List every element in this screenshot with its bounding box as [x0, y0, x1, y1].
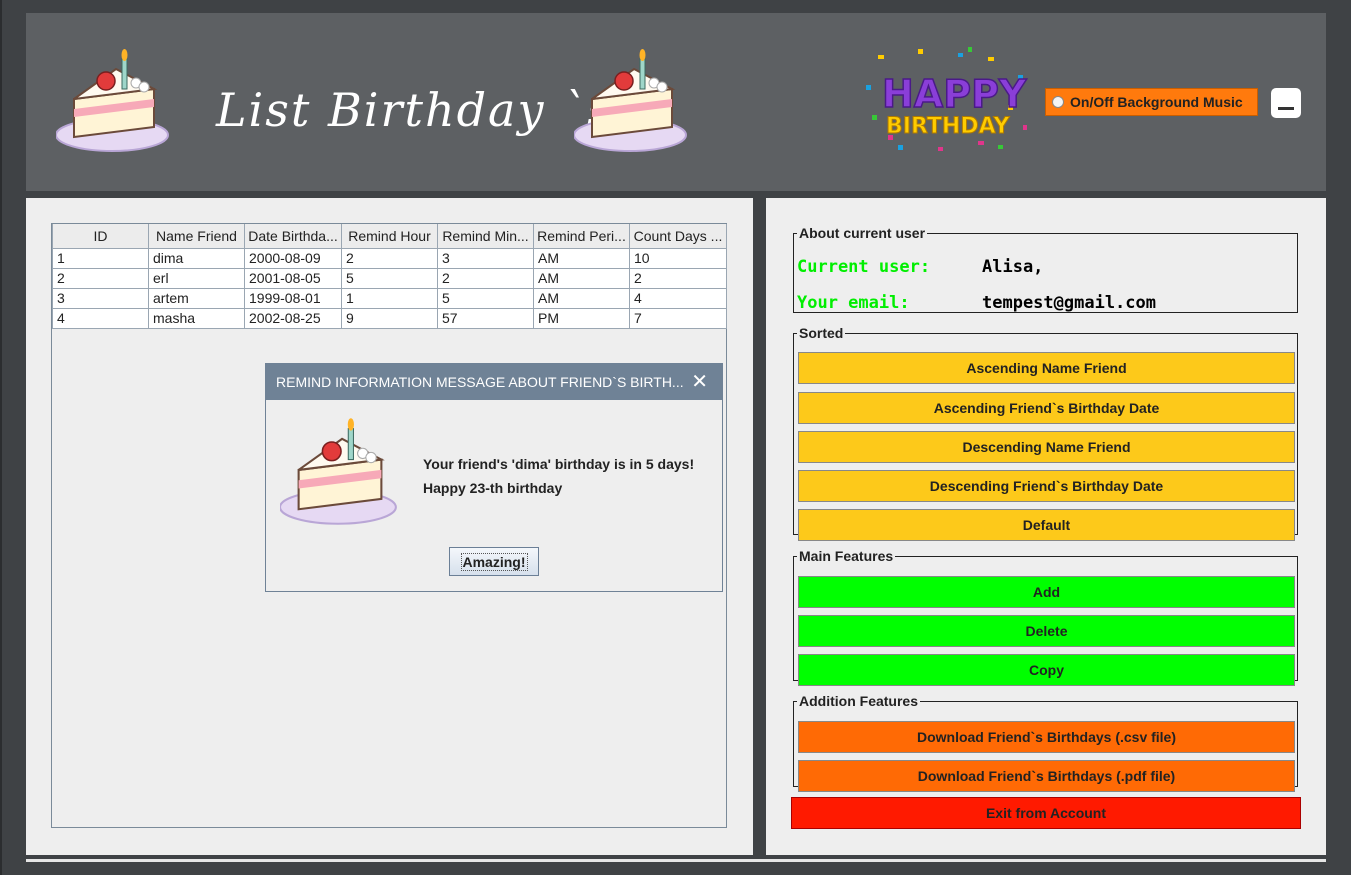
- table-cell[interactable]: 2000-08-09: [244, 247, 342, 269]
- dialog-message-line: Your friend's 'dima' birthday is in 5 da…: [423, 456, 695, 472]
- window-edge: [0, 0, 2, 875]
- table-cell[interactable]: 1: [52, 247, 149, 269]
- dialog-title: REMIND INFORMATION MESSAGE ABOUT FRIEND`…: [276, 374, 684, 390]
- app-title: List Birthday `s: [216, 83, 613, 137]
- table-cell[interactable]: 9: [341, 307, 438, 329]
- app-header: List Birthday `s HAPPY BIRTHDAY On/Off B…: [26, 13, 1326, 191]
- download-csv-button[interactable]: Download Friend`s Birthdays (.csv file): [798, 721, 1295, 753]
- table-cell[interactable]: 3: [437, 247, 534, 269]
- table-cell[interactable]: 57: [437, 307, 534, 329]
- amazing-button-label: Amazing!: [460, 552, 528, 571]
- table-cell[interactable]: 1999-08-01: [244, 287, 342, 309]
- background-music-toggle[interactable]: On/Off Background Music: [1045, 88, 1258, 116]
- table-cell[interactable]: 7: [629, 307, 727, 329]
- cake-icon: [56, 49, 169, 152]
- table-cell[interactable]: 2: [52, 267, 149, 289]
- table-cell[interactable]: AM: [533, 287, 630, 309]
- svg-text:BIRTHDAY: BIRTHDAY: [886, 114, 1011, 139]
- table-cell[interactable]: 2: [629, 267, 727, 289]
- email-label: Your email:: [797, 293, 910, 313]
- table-row[interactable]: 3 artem 1999-08-01 1 5 AM 4: [52, 287, 727, 309]
- table-cell[interactable]: erl: [148, 267, 245, 289]
- table-cell[interactable]: AM: [533, 247, 630, 269]
- exit-account-button[interactable]: Exit from Account: [791, 797, 1301, 829]
- email-value: tempest@gmail.com: [982, 293, 1156, 313]
- amazing-button[interactable]: Amazing!: [449, 547, 539, 576]
- table-cell[interactable]: 5: [341, 267, 438, 289]
- sort-descending-name-button[interactable]: Descending Name Friend: [798, 431, 1295, 463]
- current-user-group: About current user Current user: Alisa, …: [793, 225, 1298, 313]
- column-header-id[interactable]: ID: [52, 224, 149, 249]
- dialog-message: Your friend's 'dima' birthday is in 5 da…: [423, 452, 694, 500]
- table-cell[interactable]: masha: [148, 307, 245, 329]
- table-cell[interactable]: artem: [148, 287, 245, 309]
- table-header-row: ID Name Friend Date Birthda... Remind Ho…: [52, 224, 727, 249]
- email-row: Your email:: [797, 293, 910, 313]
- email-value-row: tempest@gmail.com: [982, 293, 1156, 313]
- table-cell[interactable]: PM: [533, 307, 630, 329]
- table-cell[interactable]: 5: [437, 287, 534, 309]
- table-cell[interactable]: 1: [341, 287, 438, 309]
- column-header-remind-min[interactable]: Remind Min...: [437, 224, 534, 249]
- bottom-divider: [26, 859, 1326, 862]
- reminder-dialog: REMIND INFORMATION MESSAGE ABOUT FRIEND`…: [265, 363, 723, 592]
- addition-features-legend: Addition Features: [799, 693, 919, 709]
- current-user-value: Alisa,: [982, 257, 1044, 277]
- column-header-count-days[interactable]: Count Days ...: [629, 224, 727, 249]
- friends-table: ID Name Friend Date Birthda... Remind Ho…: [52, 224, 727, 329]
- sort-descending-date-button[interactable]: Descending Friend`s Birthday Date: [798, 470, 1295, 502]
- happy-birthday-logo: HAPPY BIRTHDAY: [866, 47, 1028, 151]
- column-header-name[interactable]: Name Friend: [148, 224, 245, 249]
- table-cell[interactable]: 4: [52, 307, 149, 329]
- addition-features-group: Addition Features Download Friend`s Birt…: [793, 693, 1298, 792]
- minimize-icon: [1278, 107, 1294, 110]
- table-cell[interactable]: 2002-08-25: [244, 307, 342, 329]
- dialog-title-bar[interactable]: REMIND INFORMATION MESSAGE ABOUT FRIEND`…: [266, 364, 722, 400]
- table-cell[interactable]: 2001-08-05: [244, 267, 342, 289]
- minimize-button[interactable]: [1271, 88, 1301, 118]
- table-cell[interactable]: 3: [52, 287, 149, 309]
- column-header-date[interactable]: Date Birthda...: [244, 224, 342, 249]
- table-cell[interactable]: 2: [341, 247, 438, 269]
- table-row[interactable]: 2 erl 2001-08-05 5 2 AM 2: [52, 267, 727, 289]
- main-features-group: Main Features Add Delete Copy: [793, 548, 1298, 686]
- current-user-label: Current user:: [797, 257, 931, 277]
- sorted-group: Sorted Ascending Name Friend Ascending F…: [793, 325, 1298, 541]
- sorted-legend: Sorted: [799, 325, 844, 341]
- sort-ascending-date-button[interactable]: Ascending Friend`s Birthday Date: [798, 392, 1295, 424]
- close-icon[interactable]: ✕: [691, 372, 708, 392]
- delete-button[interactable]: Delete: [798, 615, 1295, 647]
- add-button[interactable]: Add: [798, 576, 1295, 608]
- table-row[interactable]: 1 dima 2000-08-09 2 3 AM 10: [52, 247, 727, 269]
- music-toggle-label: On/Off Background Music: [1070, 94, 1243, 110]
- download-pdf-button[interactable]: Download Friend`s Birthdays (.pdf file): [798, 760, 1295, 792]
- copy-button[interactable]: Copy: [798, 654, 1295, 686]
- sort-default-button[interactable]: Default: [798, 509, 1295, 541]
- cake-icon: [574, 49, 687, 152]
- dialog-message-line: Happy 23-th birthday: [423, 480, 563, 496]
- svg-text:HAPPY: HAPPY: [882, 72, 1027, 116]
- column-header-remind-hour[interactable]: Remind Hour: [341, 224, 438, 249]
- cake-icon: [280, 418, 397, 525]
- radio-icon[interactable]: [1052, 96, 1064, 108]
- table-cell[interactable]: 4: [629, 287, 727, 309]
- current-user-legend: About current user: [799, 225, 926, 241]
- table-cell[interactable]: AM: [533, 267, 630, 289]
- table-cell[interactable]: dima: [148, 247, 245, 269]
- sort-ascending-name-button[interactable]: Ascending Name Friend: [798, 352, 1295, 384]
- main-features-legend: Main Features: [799, 548, 894, 564]
- controls-panel: About current user Current user: Alisa, …: [766, 198, 1326, 855]
- table-row[interactable]: 4 masha 2002-08-25 9 57 PM 7: [52, 307, 727, 329]
- column-header-remind-period[interactable]: Remind Peri...: [533, 224, 630, 249]
- current-user-row: Current user:: [797, 257, 930, 277]
- current-user-value-row: Alisa,: [982, 257, 1043, 277]
- table-cell[interactable]: 10: [629, 247, 727, 269]
- table-cell[interactable]: 2: [437, 267, 534, 289]
